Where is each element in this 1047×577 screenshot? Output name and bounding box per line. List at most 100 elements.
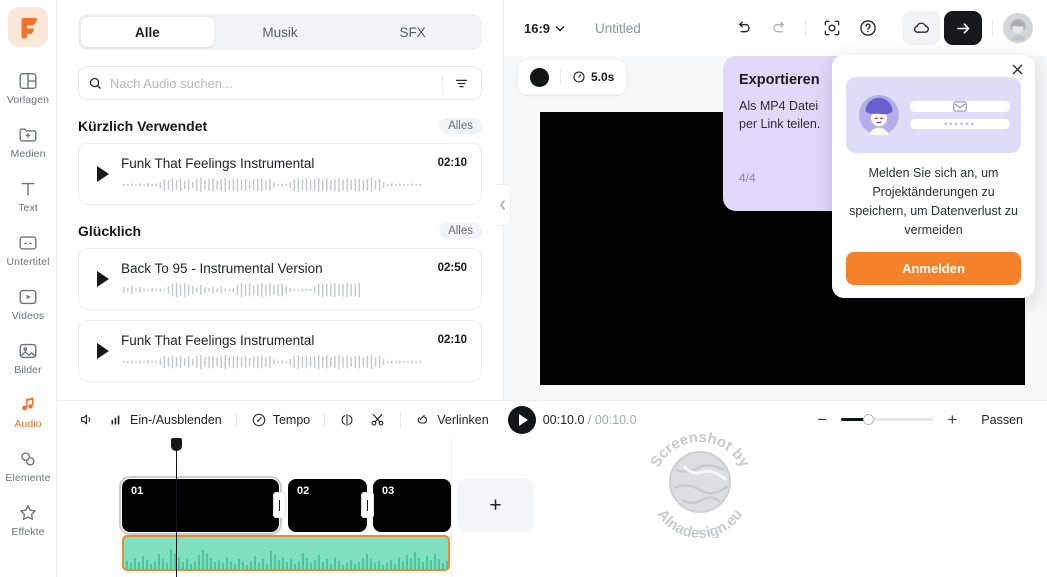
sidebar-item-elemente[interactable]: Elemente xyxy=(0,439,57,493)
zoom-slider-handle[interactable] xyxy=(863,414,875,425)
timeline-clip[interactable]: 03 xyxy=(373,479,451,532)
clip-label: 03 xyxy=(382,485,395,497)
volume-button[interactable] xyxy=(71,407,102,432)
redo-button[interactable] xyxy=(763,12,795,44)
clip-properties-toolbar: 5.0s xyxy=(518,60,627,94)
tab-alle[interactable]: Alle xyxy=(81,17,214,47)
link-label: Verlinken xyxy=(437,412,489,427)
sidebar-item-vorlagen[interactable]: Vorlagen xyxy=(0,61,57,115)
sidebar-item-audio[interactable]: Audio xyxy=(0,385,57,439)
user-avatar-icon xyxy=(1003,13,1033,43)
login-message: Melden Sie sich an, um Projektänderungen… xyxy=(849,166,1018,237)
tempo-button[interactable]: Tempo xyxy=(244,408,318,432)
time-separator: / xyxy=(584,412,595,427)
zoom-slider[interactable] xyxy=(841,414,934,425)
timeline-clip[interactable]: 02 xyxy=(288,479,367,532)
top-toolbar-actions xyxy=(727,11,1033,45)
track-title: Funk That Feelings Instrumental xyxy=(121,155,315,171)
filter-icon xyxy=(455,79,467,87)
audio-browser-panel: Alle Musik SFX Kürzlich Verwendet Alles xyxy=(57,0,504,400)
zoom-in-button[interactable]: + xyxy=(943,410,961,429)
zoom-out-button[interactable]: − xyxy=(813,410,831,429)
cut-button[interactable] xyxy=(362,407,393,432)
export-button[interactable] xyxy=(944,11,982,45)
track-info: Funk That Feelings Instrumental xyxy=(121,333,426,370)
search-input[interactable] xyxy=(110,75,435,91)
sidebar-item-videos[interactable]: Videos xyxy=(0,277,57,331)
panel-collapse-button[interactable] xyxy=(496,184,511,226)
sidebar-item-text[interactable]: Text xyxy=(0,169,57,223)
track-duration: 02:50 xyxy=(437,262,467,274)
sign-in-button[interactable]: Anmelden xyxy=(846,252,1021,285)
sidebar-item-effekte[interactable]: Effekte xyxy=(0,493,57,547)
effects-icon xyxy=(20,504,36,521)
link-button[interactable]: Verlinken xyxy=(408,408,495,432)
section-all-happy[interactable]: Alles xyxy=(439,223,482,239)
track-row[interactable]: Funk That Feelings Instrumental 02:10 xyxy=(78,143,482,205)
tab-musik[interactable]: Musik xyxy=(214,17,347,47)
play-icon[interactable] xyxy=(97,271,109,287)
sidebar-label-vorlagen: Vorlagen xyxy=(6,94,50,106)
track-row[interactable]: Funk That Feelings Instrumental 02:10 xyxy=(78,320,482,382)
fade-button[interactable]: Ein-/Ausblenden xyxy=(102,408,229,431)
play-button[interactable] xyxy=(507,405,536,434)
track-row[interactable]: Back To 95 - Instrumental Version 02:50 xyxy=(78,248,482,310)
add-clip-button[interactable]: + xyxy=(457,479,534,532)
playhead-handle[interactable] xyxy=(171,438,182,451)
audio-search-bar[interactable] xyxy=(78,66,482,100)
section-header-happy: Glücklich Alles xyxy=(78,223,482,239)
cloud-save-button[interactable] xyxy=(902,11,940,45)
mini-divider xyxy=(560,69,561,85)
focus-frame-button[interactable] xyxy=(816,12,848,44)
timeline-clip[interactable]: 01 xyxy=(119,476,282,535)
tab-sfx[interactable]: SFX xyxy=(346,17,479,47)
undo-button[interactable] xyxy=(727,12,759,44)
clip-trim-handle[interactable] xyxy=(273,492,286,518)
close-button[interactable] xyxy=(1008,60,1026,78)
app-logo-button[interactable] xyxy=(8,7,48,47)
section-all-recent[interactable]: Alles xyxy=(439,118,482,134)
track-info: Funk That Feelings Instrumental xyxy=(121,156,426,193)
playhead[interactable] xyxy=(171,438,182,577)
timecode-display: 00:10.0 / 00:10.0 xyxy=(543,413,637,427)
help-button[interactable] xyxy=(852,12,884,44)
sidebar-item-untertitel[interactable]: Untertitel xyxy=(0,223,57,277)
sidebar-item-medien[interactable]: Medien xyxy=(0,115,57,169)
sidebar-label-videos: Videos xyxy=(11,310,45,322)
clip-trim-handle[interactable] xyxy=(361,492,374,518)
audio-waveform xyxy=(126,549,448,569)
left-sidebar: Vorlagen Medien Text Untertitel Videos B… xyxy=(0,0,57,577)
search-divider xyxy=(442,75,443,91)
timeline-audio-clip[interactable] xyxy=(122,535,450,571)
toolbar-divider-2 xyxy=(992,20,993,36)
filter-button[interactable] xyxy=(450,72,472,94)
tempo-label: Tempo xyxy=(272,412,311,427)
avatar[interactable] xyxy=(1003,13,1033,43)
sidebar-item-bilder[interactable]: Bilder xyxy=(0,331,57,385)
login-illustration: •••••• xyxy=(846,77,1021,153)
toolbar-divider xyxy=(805,20,806,36)
undo-icon xyxy=(738,20,750,32)
top-toolbar: 16:9 Untitled xyxy=(504,0,1047,56)
color-swatch-button[interactable] xyxy=(530,67,549,87)
track-duration: 02:10 xyxy=(437,157,467,169)
play-icon[interactable] xyxy=(97,343,109,359)
email-field[interactable] xyxy=(910,101,1010,112)
subtitle-icon xyxy=(19,236,37,250)
fit-button[interactable]: Passen xyxy=(971,409,1033,431)
waveform xyxy=(123,282,360,297)
duration-button[interactable]: 5.0s xyxy=(572,70,614,84)
fade-bars-icon xyxy=(111,415,120,425)
play-icon[interactable] xyxy=(97,166,109,182)
aspect-ratio-selector[interactable]: 16:9 xyxy=(518,17,571,40)
search-icon xyxy=(89,77,101,89)
sidebar-label-audio: Audio xyxy=(14,418,42,430)
project-title[interactable]: Untitled xyxy=(595,21,641,36)
chevron-down-icon xyxy=(555,25,565,31)
split-button[interactable] xyxy=(332,408,362,432)
sidebar-label-bilder: Bilder xyxy=(14,364,42,376)
link-icon xyxy=(418,414,428,424)
chevron-left-icon xyxy=(500,200,506,210)
password-field[interactable]: •••••• xyxy=(910,119,1010,129)
zoom-controls: − + Passen xyxy=(813,409,1033,431)
